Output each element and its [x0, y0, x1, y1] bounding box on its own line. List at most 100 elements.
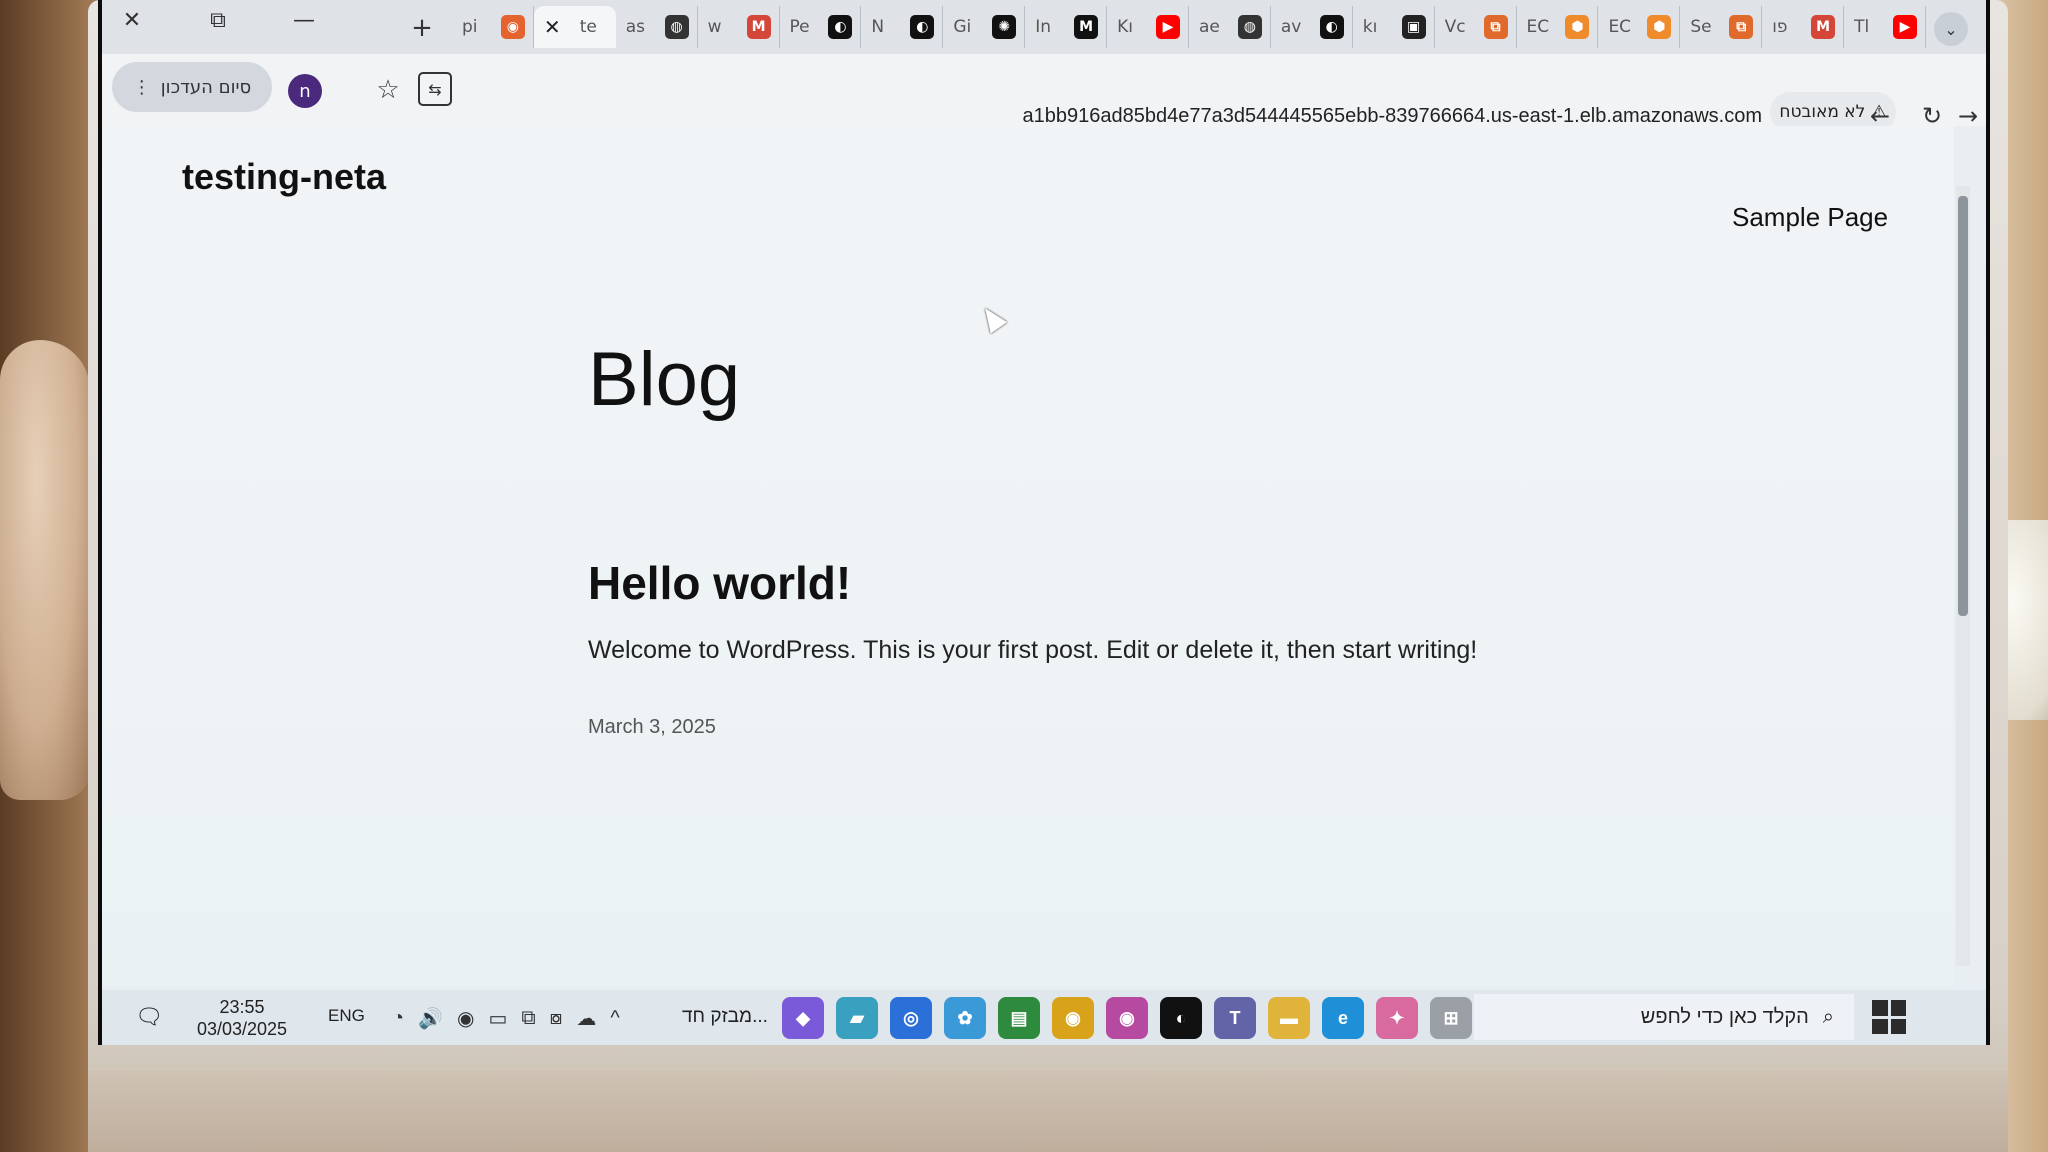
tray-icon[interactable]: ☁ — [576, 1006, 596, 1031]
tab-favicon-icon: ◐ — [1319, 15, 1344, 39]
tray-icon[interactable]: 🔊 — [418, 1006, 443, 1031]
post-title-link[interactable]: Hello world! — [588, 556, 851, 610]
tab-label: as — [625, 17, 646, 37]
finish-update-button[interactable]: ⋮ סיום העדכון — [112, 62, 272, 112]
tab-label: פו — [1772, 17, 1788, 37]
browser-tab[interactable]: פו M — [1762, 6, 1845, 48]
tray-icon[interactable]: ^ — [610, 1007, 619, 1030]
laptop-screen: ✕ ⧉ — + pi ◉ ✕ te as ◍ w M Pe ◐ N ◐ Gi ✺ In M Kı ▶ ae ◍ av ◐ k… — [98, 0, 1990, 1045]
tab-favicon-icon: ▶ — [1893, 15, 1917, 39]
browser-tab[interactable]: pi ◉ — [452, 6, 534, 48]
tab-label: N — [871, 17, 885, 37]
pinned-apps: ◆ ▰ ◎ ✿ ▤ ◉ ◉ ◐ T ▬ e ✦ ⊞ — [782, 996, 1472, 1040]
language-indicator[interactable]: ENG — [328, 1006, 365, 1026]
taskbar-app-app-teal-icon[interactable]: ▰ — [836, 997, 878, 1039]
tab-label: te — [579, 17, 597, 37]
taskbar-app-chrome-icon[interactable]: ◉ — [1052, 997, 1094, 1039]
tray-icon[interactable]: ◔ — [392, 1007, 404, 1030]
tab-label: EC — [1608, 17, 1632, 37]
browser-tab[interactable]: Se ⧉ — [1680, 6, 1763, 48]
tab-favicon-icon: ✺ — [992, 15, 1017, 39]
taskbar-app-edge-icon[interactable]: e — [1322, 997, 1364, 1039]
tab-label: Vc — [1444, 17, 1466, 37]
tab-favicon-icon: ⧉ — [1729, 15, 1754, 39]
browser-tab[interactable]: Gi ✺ — [943, 6, 1026, 48]
taskbar-app-copilot-icon[interactable]: ✦ — [1376, 997, 1418, 1039]
tab-favicon-icon: M — [1811, 15, 1836, 39]
browser-tab[interactable]: as ◍ — [616, 6, 698, 48]
taskbar-app-app-blue-icon[interactable]: ◎ — [890, 997, 932, 1039]
browser-tab[interactable]: Vc ⧉ — [1435, 6, 1517, 48]
system-clock[interactable]: 23:55 03/03/2025 — [182, 996, 302, 1040]
new-tab-button[interactable]: + — [402, 10, 442, 46]
browser-tab[interactable]: ae ◍ — [1189, 6, 1271, 48]
browser-tab[interactable]: kı ▣ — [1353, 6, 1435, 48]
tab-label: av — [1280, 17, 1302, 37]
tab-label: In — [1035, 17, 1051, 37]
plus-icon: + — [411, 13, 433, 43]
search-icon: ⌕ — [1822, 1005, 1834, 1028]
site-title-link[interactable]: testing-neta — [182, 156, 386, 198]
browser-tab[interactable]: EC ⬢ — [1598, 6, 1681, 48]
nav-link-sample-page[interactable]: Sample Page — [1732, 202, 1888, 233]
tab-favicon-icon: ◉ — [500, 15, 525, 39]
translate-button[interactable]: ⇆ — [418, 72, 452, 106]
not-secure-label: לא מאובטח — [1779, 102, 1866, 122]
tray-icon[interactable]: ▭ — [488, 1006, 507, 1031]
taskbar-app-app-fan-icon[interactable]: ✿ — [944, 997, 986, 1039]
taskbar-app-github-icon[interactable]: ◐ — [1160, 997, 1202, 1039]
clock-time: 23:55 — [219, 997, 265, 1017]
notifications-button[interactable]: 🗨 — [132, 1000, 166, 1034]
bookmark-star-button[interactable]: ☆ — [368, 70, 408, 110]
windows-start-button[interactable] — [1872, 1000, 1906, 1034]
forward-button[interactable]: → — [1948, 96, 1988, 136]
browser-tab[interactable]: Kı ▶ — [1107, 6, 1189, 48]
kebab-menu-icon: ⋮ — [132, 76, 151, 98]
tab-label: Tl — [1854, 17, 1870, 37]
minimize-window-button[interactable]: — — [274, 0, 334, 40]
weather-news-widget[interactable]: מבזק חד... — [682, 1006, 768, 1028]
taskbar-app-explorer-icon[interactable]: ▬ — [1268, 997, 1310, 1039]
figurine-decoration — [0, 340, 90, 800]
post-excerpt: Welcome to WordPress. This is your first… — [588, 636, 1478, 664]
chat-bubble-icon: 🗨 — [135, 1004, 163, 1029]
tray-icon[interactable]: ◉ — [457, 1006, 474, 1031]
browser-tab[interactable]: av ◐ — [1271, 6, 1353, 48]
close-tab-icon[interactable]: ✕ — [544, 15, 561, 39]
tab-label: Kı — [1117, 17, 1133, 37]
browser-tab[interactable]: EC ⬢ — [1517, 6, 1599, 48]
browser-toolbar: ⋮ סיום העדכון n ☆ ⇆ a1bb916ad85bd4e77a3d… — [102, 54, 1986, 132]
tray-icon[interactable]: ⧇ — [550, 1007, 563, 1030]
taskbar-app-pin-app-icon[interactable]: ◆ — [782, 997, 824, 1039]
tab-label: kı — [1362, 17, 1378, 37]
browser-tab[interactable]: In M — [1025, 6, 1108, 48]
taskbar-app-task-view-icon[interactable]: ⊞ — [1430, 997, 1472, 1039]
tray-icon[interactable]: ⧉ — [521, 1007, 535, 1030]
system-tray: ◔ 🔊 ◉ ▭ ⧉ ⧇ ☁ ^ — [392, 1002, 620, 1034]
browser-tab[interactable]: Tl ▶ — [1844, 6, 1926, 48]
tab-label: Gi — [953, 17, 972, 37]
arrow-right-icon: → — [1957, 102, 1979, 130]
tab-favicon-icon: M — [1074, 15, 1099, 39]
mouse-cursor-icon — [976, 302, 1008, 334]
scrollbar-thumb[interactable] — [1958, 196, 1968, 616]
browser-tab[interactable]: Pe ◐ — [780, 6, 862, 48]
taskbar-app-chrome-2-icon[interactable]: ◉ — [1106, 997, 1148, 1039]
close-window-button[interactable]: ✕ — [102, 0, 162, 40]
post-date: March 3, 2025 — [588, 716, 716, 738]
browser-tab[interactable]: wM — [698, 6, 780, 48]
restore-window-button[interactable]: ⧉ — [188, 0, 248, 40]
tab-search-button[interactable]: ⌄ — [1934, 12, 1968, 46]
profile-avatar[interactable]: n — [288, 74, 322, 108]
tab-favicon-icon: ⧉ — [1483, 15, 1508, 39]
taskbar-app-teams-icon[interactable]: T — [1214, 997, 1256, 1039]
tab-label: EC — [1526, 17, 1550, 37]
taskbar-search-input[interactable]: הקלד כאן כדי לחפש ⌕ — [1474, 994, 1854, 1040]
web-page: testing-neta Sample Page Blog Hello worl… — [102, 126, 1954, 986]
taskbar-app-app-chart-icon[interactable]: ▤ — [998, 997, 1040, 1039]
browser-tab[interactable]: ✕ te — [533, 6, 616, 48]
tab-favicon-icon: ◍ — [664, 15, 689, 39]
browser-tab[interactable]: N ◐ — [861, 6, 944, 48]
page-scrollbar[interactable] — [1956, 186, 1970, 966]
tab-favicon-icon: ◍ — [1237, 15, 1262, 39]
